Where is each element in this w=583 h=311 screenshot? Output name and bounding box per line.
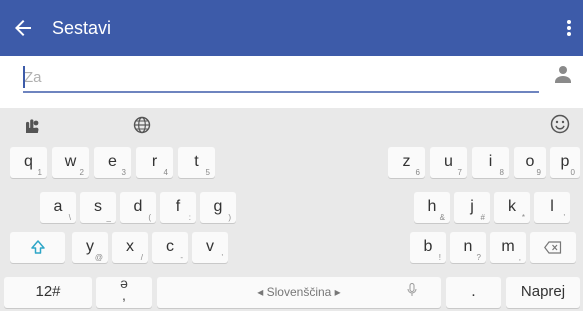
text-cursor	[23, 66, 25, 88]
key-x[interactable]: x /	[112, 232, 148, 263]
arrow-left-icon[interactable]	[11, 16, 35, 40]
key-a[interactable]: a \	[40, 192, 76, 223]
key-g[interactable]: g)	[200, 192, 236, 223]
enter-key[interactable]: Naprej	[506, 277, 580, 308]
key-y[interactable]: y @	[72, 232, 108, 263]
key-i[interactable]: i8	[472, 147, 509, 178]
input-underline	[23, 91, 539, 93]
shift-key[interactable]	[10, 232, 65, 263]
recipient-input[interactable]	[24, 66, 536, 88]
key-z[interactable]: z6	[388, 147, 425, 178]
key-t[interactable]: t5	[178, 147, 215, 178]
mic-icon	[407, 283, 417, 296]
key-w[interactable]: w2	[52, 147, 89, 178]
keyboard: q1 w2 e3 r4 t5 z6 u7 i8 o9 p0 a \ s _ d( f…	[0, 108, 583, 311]
key-b[interactable]: b!	[410, 232, 446, 263]
symbols-key[interactable]: 12#	[4, 277, 92, 308]
key-e[interactable]: e3	[94, 147, 131, 178]
key-r[interactable]: r4	[136, 147, 173, 178]
app-bar: Sestavi	[0, 0, 583, 56]
key-n[interactable]: n?	[450, 232, 486, 263]
smiley-icon[interactable]	[550, 114, 570, 134]
key-o[interactable]: o9	[514, 147, 546, 178]
backspace-icon	[544, 241, 562, 254]
key-v[interactable]: v '	[192, 232, 228, 263]
key-m[interactable]: m,	[490, 232, 526, 263]
person-icon[interactable]	[554, 64, 572, 86]
hand-touch-icon[interactable]	[20, 117, 42, 135]
key-f[interactable]: f:	[160, 192, 196, 223]
key-h[interactable]: h &	[414, 192, 450, 223]
punctuation-key[interactable]: ə ,	[96, 275, 152, 308]
backspace-key[interactable]	[530, 232, 576, 263]
period-key[interactable]: .	[446, 277, 501, 308]
key-k[interactable]: k *	[494, 192, 530, 223]
more-vert-icon[interactable]	[565, 16, 573, 40]
key-l[interactable]: l '	[534, 192, 570, 223]
shift-arrow-icon	[31, 240, 45, 254]
key-s[interactable]: s _	[80, 192, 116, 223]
recipient-field-area	[0, 56, 583, 108]
globe-icon[interactable]	[133, 116, 151, 134]
key-j[interactable]: j #	[454, 192, 490, 223]
key-d[interactable]: d(	[120, 192, 156, 223]
page-title: Sestavi	[52, 18, 112, 38]
key-q[interactable]: q1	[10, 147, 47, 178]
key-u[interactable]: u7	[430, 147, 467, 178]
key-p[interactable]: p0	[550, 147, 580, 178]
space-key[interactable]: ◂ Slovenščina ▸	[157, 277, 441, 308]
key-c[interactable]: c-	[152, 232, 188, 263]
